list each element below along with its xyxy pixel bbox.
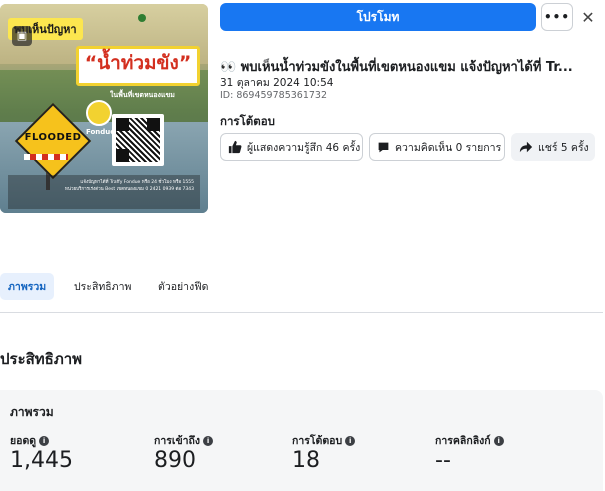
comments-label: ความคิดเห็น 0 รายการ <box>395 141 502 154</box>
comments-chip[interactable]: ความคิดเห็น 0 รายการ <box>369 133 505 161</box>
tab-overview[interactable]: ภาพรวม <box>0 273 55 300</box>
qr-code <box>112 114 164 166</box>
metric-views-label-text: ยอดดู <box>10 435 37 447</box>
metric-engagement-value: 18 <box>292 448 320 473</box>
metric-reach-label-text: การเข้าถึง <box>154 435 201 447</box>
metric-engagement-label: การโต้ตอบ i <box>292 432 356 449</box>
metric-link-clicks-value: -- <box>435 448 451 473</box>
info-icon[interactable]: i <box>39 435 50 446</box>
more-options-button[interactable]: ••• <box>541 3 573 31</box>
fondue-logo-icon <box>86 100 112 126</box>
tab-feed-preview[interactable]: ตัวอย่างฟีด <box>150 273 216 300</box>
promote-button[interactable]: โปรโมท <box>220 3 536 31</box>
info-icon[interactable]: i <box>493 435 504 446</box>
close-icon[interactable]: ✕ <box>577 5 599 29</box>
info-icon[interactable]: i <box>345 435 356 446</box>
comment-icon <box>377 139 390 155</box>
shares-chip[interactable]: แชร์ 5 ครั้ง <box>511 133 595 161</box>
metric-link-clicks-label-text: การคลิกลิงก์ <box>435 435 491 447</box>
road-barrier <box>24 154 68 160</box>
metric-reach-value: 890 <box>154 448 196 473</box>
metric-views-value: 1,445 <box>10 448 73 473</box>
fondue-label: Fondue <box>86 128 116 136</box>
metric-engagement-label-text: การโต้ตอบ <box>292 435 343 447</box>
share-icon <box>519 139 533 155</box>
agency-logo <box>138 14 200 24</box>
thumbs-up-icon <box>228 139 242 155</box>
metric-views-label: ยอดดู i <box>10 432 50 449</box>
performance-section-title: ประสิทธิภาพ <box>0 350 83 368</box>
overview-card-title: ภาพรวม <box>10 405 54 419</box>
thumbnail-headline: “น้ำท่วมขัง” <box>84 52 192 74</box>
thumbnail-footer-line2: หน่วยบริการเร่งด่วน Best เขตหนองแขม 0 24… <box>64 187 194 192</box>
thumbnail-subheadline: ในพื้นที่เขตหนองแขม <box>110 91 175 99</box>
flooded-sign-text: FLOODED <box>24 132 82 143</box>
info-icon[interactable]: i <box>203 435 214 446</box>
reactions-label: ผู้แสดงความรู้สึก 46 ครั้ง <box>247 141 361 154</box>
engagement-heading: การโต้ตอบ <box>220 114 275 128</box>
metric-reach-label: การเข้าถึง i <box>154 432 214 449</box>
reactions-chip[interactable]: ผู้แสดงความรู้สึก 46 ครั้ง <box>220 133 363 161</box>
metric-link-clicks-label: การคลิกลิงก์ i <box>435 432 504 449</box>
shares-label: แชร์ 5 ครั้ง <box>538 141 589 154</box>
carousel-icon: ▣ <box>12 26 32 46</box>
post-id: ID: 869459785361732 <box>220 90 328 101</box>
post-date: 31 ตุลาคม 2024 10:54 <box>220 77 334 89</box>
post-thumbnail[interactable]: พบเห็นปัญหา ▣ “น้ำท่วมขัง” ในพื้นที่เขตห… <box>0 4 208 213</box>
thumbnail-footer: แจ้งปัญหาได้ที่ Traffy Fondue หรือ 24 ชั… <box>8 175 200 209</box>
tabs-divider <box>0 312 603 313</box>
tab-performance[interactable]: ประสิทธิภาพ <box>66 273 139 300</box>
thumbnail-footer-line1: แจ้งปัญหาได้ที่ Traffy Fondue หรือ 24 ชั… <box>80 180 194 185</box>
